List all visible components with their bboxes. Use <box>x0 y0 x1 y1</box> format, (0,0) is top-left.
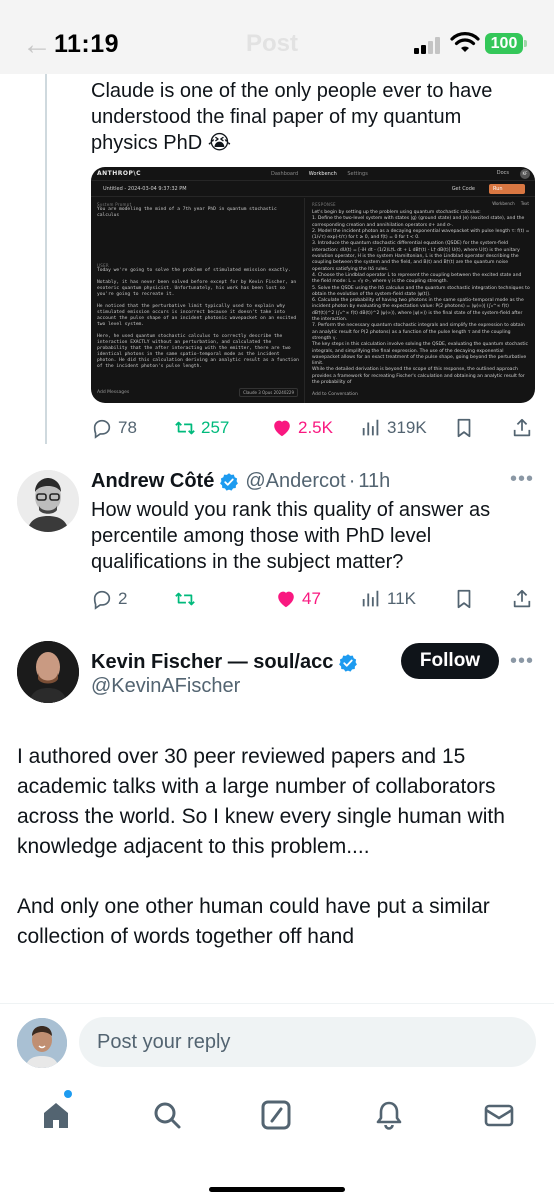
tweet1-like-button[interactable]: 2.5K <box>271 416 333 440</box>
tweet1-bookmark-button[interactable] <box>453 416 475 440</box>
tweet1-text: Claude is one of the only people ever to… <box>91 80 493 154</box>
repost-icon <box>175 421 195 435</box>
tweet2-reply-count: 2 <box>118 589 128 608</box>
tweet1-actions: 78 257 2.5K 319K <box>91 416 535 440</box>
tweet2-share-button[interactable] <box>511 587 533 611</box>
tweet2-views-button[interactable]: 11K <box>360 587 416 611</box>
andrew-name-row: Andrew Côté @Andercot · 11h <box>91 470 390 493</box>
tweet1-reply-count: 78 <box>118 418 137 437</box>
follow-button[interactable]: Follow <box>401 643 499 679</box>
embed-title: Untitled - 2024-03-04 9:37:32 PM <box>103 186 187 192</box>
heart-filled-icon <box>278 591 294 608</box>
tweet1-view-count: 319K <box>387 418 427 437</box>
embed-nav-dashboard: Dashboard <box>271 171 299 177</box>
embed-add-messages: Add Messages <box>97 390 130 395</box>
andrew-time: 11h <box>358 470 391 492</box>
cellular-signal-icon <box>414 36 444 54</box>
bell-icon[interactable] <box>373 1099 405 1131</box>
share-icon <box>513 589 531 608</box>
embed-nav-workbench: Workbench <box>308 171 337 177</box>
reply-icon <box>93 590 111 610</box>
my-avatar[interactable] <box>17 1018 67 1068</box>
back-arrow-icon[interactable]: ← <box>22 28 52 62</box>
views-icon <box>362 419 379 436</box>
embed-brand: ANTHROP\C <box>97 170 141 177</box>
kevin-name[interactable]: Kevin Fischer — soul/acc <box>91 651 333 674</box>
embed-docs: Docs <box>496 170 509 176</box>
wifi-icon <box>450 32 480 52</box>
notification-dot <box>64 1090 72 1098</box>
search-icon[interactable] <box>151 1099 183 1131</box>
heart-filled-icon <box>274 420 290 437</box>
tweet1-repost-count: 257 <box>201 418 230 437</box>
embed-get-code: Get Code <box>451 186 475 192</box>
tweet2-text: How would you rank this quality of answe… <box>91 499 491 573</box>
tweet2-bookmark-button[interactable] <box>453 587 475 611</box>
compose-icon[interactable] <box>260 1099 292 1131</box>
andrew-handle[interactable]: @Andercot <box>245 470 345 493</box>
main-tweet-text: I authored over 30 peer reviewed papers … <box>17 745 505 948</box>
tweet1-share-button[interactable] <box>511 416 533 440</box>
mail-icon[interactable] <box>483 1099 515 1131</box>
embed-nav-settings: Settings <box>347 171 368 177</box>
embed-user-avatar: KF <box>520 169 530 179</box>
status-time: 11:19 <box>54 30 120 58</box>
status-bar: ← 11:19 Post 100 <box>0 0 554 74</box>
time-separator: · <box>348 470 356 492</box>
tweet1-reply-button[interactable]: 78 <box>91 416 137 440</box>
kevin-name-row: Kevin Fischer — soul/acc <box>91 651 364 674</box>
embed-response-text: Let's begin by setting up the problem us… <box>312 210 530 386</box>
verified-badge-icon <box>339 653 358 672</box>
header-title: Post <box>246 30 299 57</box>
thread-line <box>45 74 47 444</box>
tweet1-screenshot[interactable]: ANTHROP\C Dashboard Workbench Settings D… <box>91 167 535 403</box>
tweet2-like-count: 47 <box>302 589 321 608</box>
tweet1-like-count: 2.5K <box>298 418 333 437</box>
tweet1-repost-button[interactable]: 257 <box>174 416 229 440</box>
reply-icon <box>93 419 111 439</box>
home-icon[interactable] <box>40 1099 72 1131</box>
andrew-name[interactable]: Andrew Côté <box>91 470 214 493</box>
kevin-avatar[interactable] <box>17 641 79 703</box>
andrew-more-icon[interactable]: ••• <box>510 468 534 491</box>
kevin-more-icon[interactable]: ••• <box>510 650 534 673</box>
embed-add-conversation: Add to Conversation <box>312 392 358 397</box>
bottom-nav <box>0 1079 554 1200</box>
reply-input[interactable] <box>79 1017 536 1067</box>
embed-nav: Dashboard Workbench Settings <box>271 171 377 177</box>
tweet1-views-button[interactable]: 319K <box>360 416 427 440</box>
embed-response-label: RESPONSE <box>312 202 336 207</box>
share-icon <box>513 418 531 437</box>
tweet2-repost-button[interactable] <box>174 587 196 611</box>
tweet2-reply-button[interactable]: 2 <box>91 587 127 611</box>
reply-bar <box>0 1003 554 1079</box>
embed-run: Run <box>489 184 525 194</box>
andrew-portrait <box>17 470 79 532</box>
tweet2-view-count: 11K <box>387 589 416 608</box>
battery-icon: 100 <box>485 33 527 54</box>
kevin-portrait <box>17 641 79 703</box>
my-portrait <box>17 1018 67 1068</box>
views-icon <box>362 590 379 607</box>
andrew-avatar[interactable] <box>17 470 79 532</box>
embed-model: Claude 3 Opus 20240229 <box>239 388 298 397</box>
verified-badge-icon <box>220 472 239 491</box>
bookmark-icon <box>457 589 471 609</box>
repost-icon <box>175 592 195 606</box>
home-indicator <box>209 1187 345 1192</box>
tweet2-like-button[interactable]: 47 <box>275 587 321 611</box>
embed-user-text: Today we're going to solve the problem o… <box>97 268 299 369</box>
bookmark-icon <box>457 418 471 438</box>
kevin-handle[interactable]: @KevinAFischer <box>91 675 240 698</box>
embed-system-text: You are modeling the mind of a 7th year … <box>97 207 280 218</box>
tweet2-actions: 2 47 11K <box>91 587 535 611</box>
